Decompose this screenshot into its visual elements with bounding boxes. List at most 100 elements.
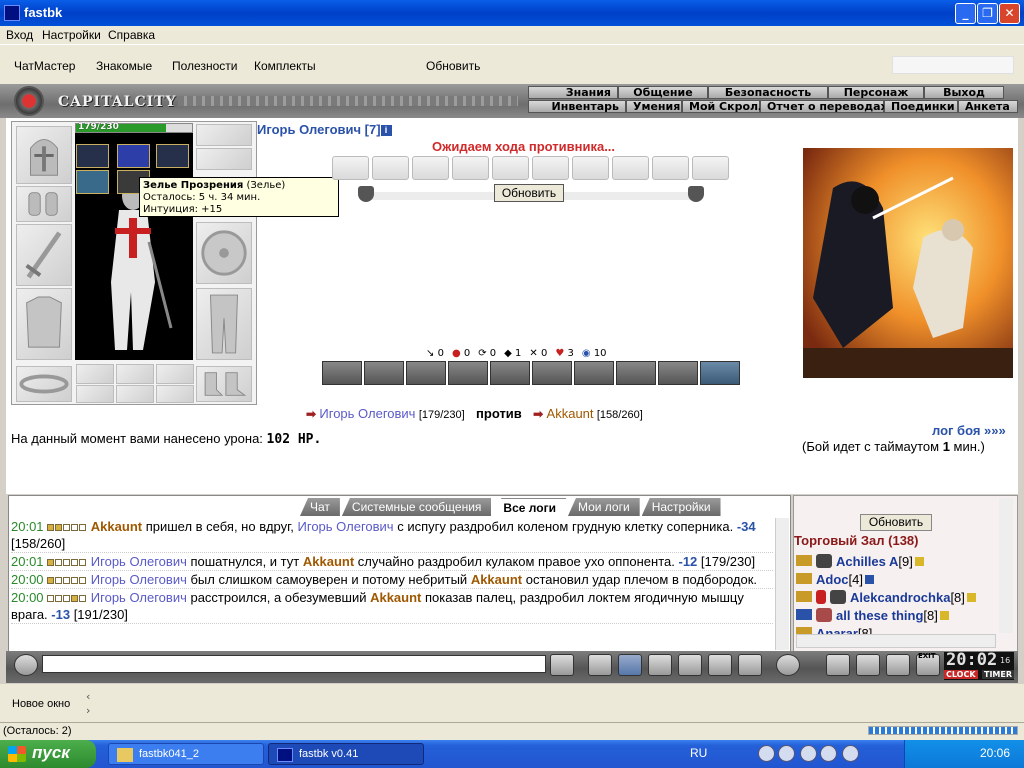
toolbar-utilities[interactable]: Полезности [172,59,237,73]
amulet-slot[interactable] [196,148,252,170]
nav-knowledge[interactable]: Знания [528,86,618,99]
effect-potion-2[interactable] [117,144,150,168]
scroll-slot-8[interactable] [612,156,649,180]
clear-icon[interactable] [588,654,612,676]
toolbar-chatmaster[interactable]: ЧатМастер [14,59,75,73]
skill-button-2[interactable] [364,361,404,385]
skill-button-1[interactable] [322,361,362,385]
online-user[interactable]: Anarar[8] [796,626,872,634]
tab-system-messages[interactable]: Системные сообщения [341,498,492,516]
message-actor[interactable]: Akkaunt [91,519,142,534]
scroll-icon[interactable] [856,654,880,676]
invite-icon[interactable] [796,591,812,602]
player1-name[interactable]: Игорь Олегович [319,406,415,421]
scroll-slot-5[interactable] [492,156,529,180]
user-name[interactable]: all these thing [836,608,923,623]
skill-button-8[interactable] [616,361,656,385]
scroll-slot-7[interactable] [572,156,609,180]
close-button[interactable]: ✕ [999,3,1020,24]
online-horizontal-scrollbar[interactable] [796,634,996,648]
user-name[interactable]: Adoc [816,572,849,587]
nav-inventory[interactable]: Инвентарь [528,100,626,113]
toolbar-field[interactable] [892,56,1014,74]
exit-icon[interactable]: EXIT [916,652,940,676]
skill-button-10[interactable] [700,361,740,385]
online-vertical-scrollbar[interactable] [999,498,1013,633]
nav-my-scroll[interactable]: Мой Скролл [682,100,766,113]
user-name[interactable]: Alekcandrochka [850,590,950,605]
invite-icon[interactable] [796,555,812,566]
skill-button-4[interactable] [448,361,488,385]
nav-transfer-report[interactable]: Отчет о переводах [760,100,888,113]
bracers-slot[interactable] [16,186,72,222]
skill-button-5[interactable] [490,361,530,385]
message-target[interactable]: Игорь Олегович [298,519,394,534]
invite-icon[interactable] [796,609,812,620]
invite-icon[interactable] [796,627,812,634]
nav-communication[interactable]: Общение [618,86,708,99]
volume-icon[interactable] [842,745,859,762]
chevron-right-icon[interactable]: › [86,704,90,717]
message-target[interactable]: Akkaunt [471,572,522,587]
scroll-slot-6[interactable] [532,156,569,180]
clock-label[interactable]: CLOCK [944,670,978,679]
ring-slot-3[interactable] [156,364,194,384]
boots-slot[interactable] [196,366,252,402]
tab-settings[interactable]: Настройки [641,498,721,516]
ring-slot-1[interactable] [76,364,114,384]
smiley-icon[interactable] [776,654,800,676]
shield-slot[interactable] [196,222,252,284]
rune-slot-2[interactable] [116,385,154,403]
skill-button-3[interactable] [406,361,446,385]
nav-character[interactable]: Персонаж [828,86,924,99]
tray-clock[interactable]: 20:06 [980,746,1010,760]
battle-log-link[interactable]: лог боя »»» [932,423,1006,438]
info-icon[interactable] [864,575,874,584]
chevron-left-icon[interactable]: ‹ [86,690,90,703]
new-window-label[interactable]: Новое окно [12,698,70,710]
user-name[interactable]: Achilles A [836,554,898,569]
skill-button-7[interactable] [574,361,614,385]
taskbar-item-fastbk[interactable]: fastbk v0.41 [268,743,424,765]
effect-potion-4[interactable] [76,170,109,194]
stop-icon[interactable] [778,745,795,762]
language-indicator[interactable]: RU [690,746,707,760]
send-button[interactable] [550,654,574,676]
ring-slot-2[interactable] [116,364,154,384]
earrings-slot[interactable] [196,124,252,146]
message-target[interactable]: Akkaunt [303,554,354,569]
toolbar-kits[interactable]: Комплекты [254,59,316,73]
message-target[interactable]: Akkaunt [370,590,421,605]
info-icon[interactable] [966,593,976,602]
scroll-slot-4[interactable] [452,156,489,180]
menu-help[interactable]: Справка [108,28,155,42]
leggings-slot[interactable] [196,288,252,360]
minimize-button[interactable]: _ [955,3,976,24]
info-icon[interactable]: i [380,125,392,136]
effect-potion-1[interactable] [76,144,109,168]
tab-chat[interactable]: Чат [300,498,340,516]
nav-battles[interactable]: Поединки [884,100,958,113]
nav-skills[interactable]: Умения [626,100,682,113]
weapon-slot[interactable] [16,224,72,286]
lock-icon[interactable] [886,654,910,676]
effect-potion-3[interactable] [156,144,189,168]
maximize-button[interactable]: ❐ [977,3,998,24]
bag-icon[interactable] [826,654,850,676]
pen-icon[interactable] [708,654,732,676]
nav-exit[interactable]: Выход [924,86,1004,99]
sound-icon[interactable] [738,654,762,676]
user-name[interactable]: Anarar [816,626,858,634]
invite-icon[interactable] [796,573,812,584]
scroll-slot-9[interactable] [652,156,689,180]
armor-slot[interactable] [16,288,72,360]
chat-scrollbar[interactable] [775,518,789,650]
skill-button-9[interactable] [658,361,698,385]
helmet-slot[interactable] [16,126,72,184]
online-user[interactable]: Adoc[4] [796,572,874,587]
scroll-slot-1[interactable] [332,156,369,180]
rune-slot-3[interactable] [156,385,194,403]
online-refresh-button[interactable]: Обновить [860,514,932,531]
speaker-icon[interactable] [14,654,38,676]
toolbar-acquaintances[interactable]: Знакомые [96,59,152,73]
